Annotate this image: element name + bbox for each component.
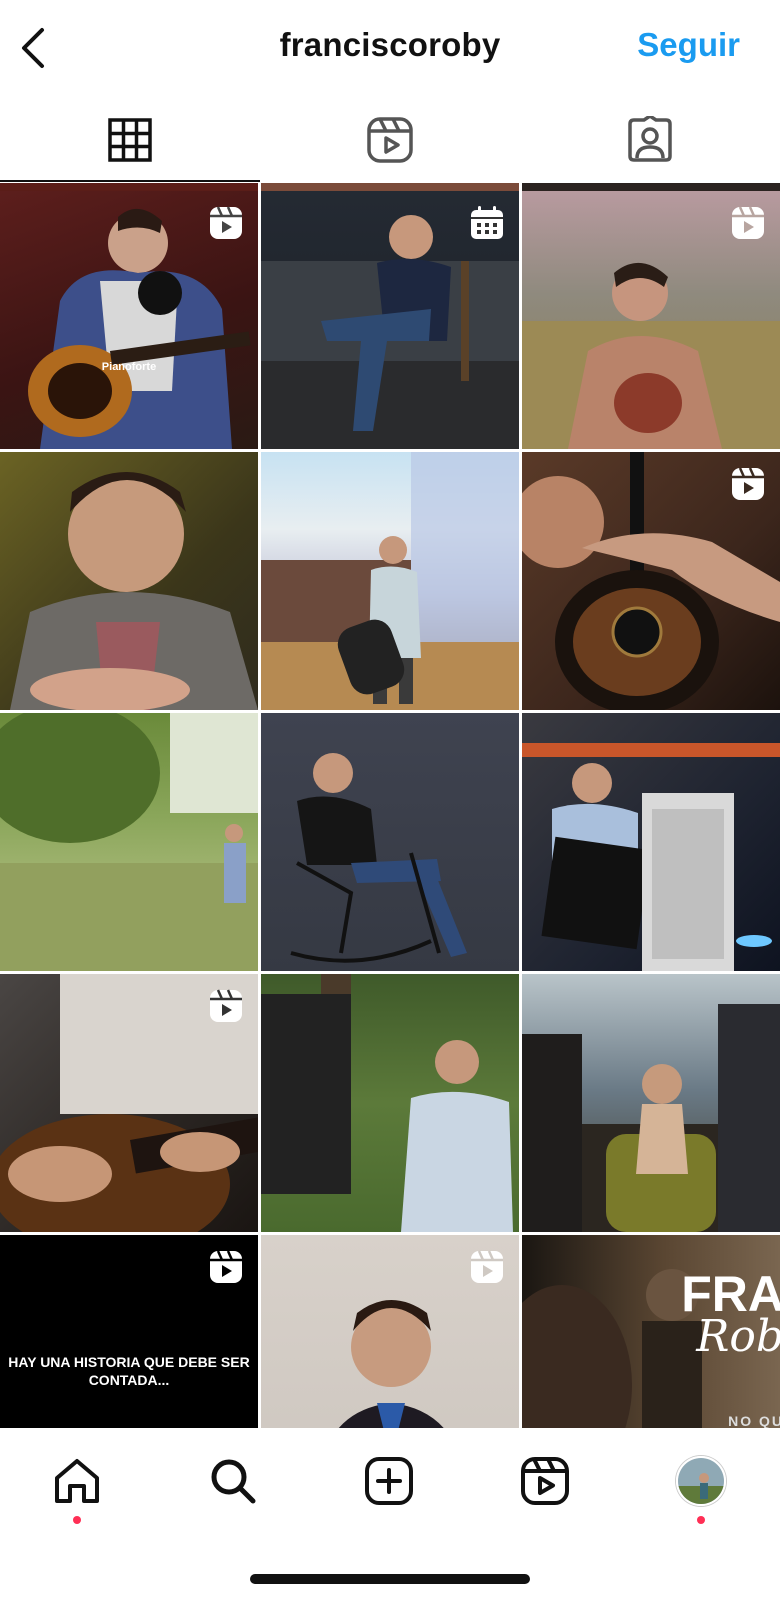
tagged-person-icon (628, 116, 672, 162)
post-thumbnail[interactable] (261, 1235, 519, 1428)
post-thumbnail[interactable] (522, 191, 780, 449)
calendar-icon (471, 206, 503, 239)
active-tab-indicator (0, 180, 260, 182)
grid-top-partial (0, 183, 258, 191)
photo-man-outdoor-filming (261, 974, 513, 1232)
photo-man-portrait-hoodie (10, 472, 258, 710)
reels-icon (210, 1250, 242, 1283)
reels-icon (521, 1457, 569, 1505)
nav-create[interactable] (362, 1454, 416, 1508)
post-thumbnail[interactable] (261, 974, 519, 1232)
post-thumbnail[interactable] (522, 713, 780, 971)
tab-tagged[interactable] (620, 110, 680, 170)
home-notification-dot (73, 1516, 81, 1524)
post-thumbnail[interactable] (261, 191, 519, 449)
posts-grid: Pianoforte HAY UNA HISTORIA QUE DEBE SER… (0, 183, 780, 1428)
poster-tagline: NO QU (728, 1413, 780, 1428)
grid-icon (108, 118, 152, 162)
reels-icon (367, 117, 413, 163)
photo-woman-in-armchair (522, 1004, 780, 1232)
nav-profile[interactable] (674, 1454, 728, 1508)
post-thumbnail[interactable]: Pianoforte (0, 191, 258, 449)
post-thumbnail[interactable] (261, 713, 519, 971)
nav-reels[interactable] (518, 1454, 572, 1508)
tab-posts-grid[interactable] (100, 110, 160, 170)
grid-top-partial (261, 183, 519, 191)
profile-screen: franciscoroby Seguir Pianoforte HAY UNA … (0, 0, 780, 1600)
grid-top-partial (522, 183, 780, 191)
post-thumbnail[interactable] (261, 452, 519, 710)
profile-avatar (676, 1456, 726, 1506)
post-thumbnail[interactable] (0, 713, 258, 971)
poster-title-2: Rob (696, 1311, 780, 1362)
reels-icon (210, 989, 242, 1022)
post-thumbnail[interactable]: FRA Rob NO QU (522, 1235, 780, 1428)
home-icon (55, 1459, 99, 1503)
reels-icon (732, 467, 764, 500)
home-indicator (250, 1574, 530, 1584)
reels-icon (732, 206, 764, 239)
post-thumbnail[interactable]: HAY UNA HISTORIA QUE DEBE SER CONTADA... (0, 1235, 258, 1428)
post-thumbnail[interactable] (522, 974, 780, 1232)
reels-icon (471, 1250, 503, 1283)
photo-man-in-tall-grass (0, 713, 258, 971)
post-thumbnail[interactable] (0, 452, 258, 710)
bottom-navigation (0, 1428, 780, 1600)
follow-button[interactable]: Seguir (637, 26, 740, 64)
profile-notification-dot (697, 1516, 705, 1524)
post-overlay-text: HAY UNA HISTORIA QUE DEBE SER CONTADA... (8, 1354, 250, 1388)
photo-man-with-guitar-case (261, 452, 519, 710)
post-thumbnail[interactable] (522, 452, 780, 710)
search-icon (211, 1459, 256, 1504)
photo-film-set-camera (522, 743, 780, 971)
create-post-icon (365, 1457, 413, 1505)
nav-search[interactable] (206, 1454, 260, 1508)
tab-reels[interactable] (360, 110, 420, 170)
nav-home[interactable] (50, 1454, 104, 1508)
reels-icon (210, 206, 242, 239)
profile-header: franciscoroby Seguir (0, 0, 780, 98)
profile-tabs (0, 98, 780, 186)
post-overlay-brand: Pianoforte (101, 361, 157, 373)
photo-man-rocking-chair (290, 753, 467, 963)
post-thumbnail[interactable] (0, 974, 258, 1232)
